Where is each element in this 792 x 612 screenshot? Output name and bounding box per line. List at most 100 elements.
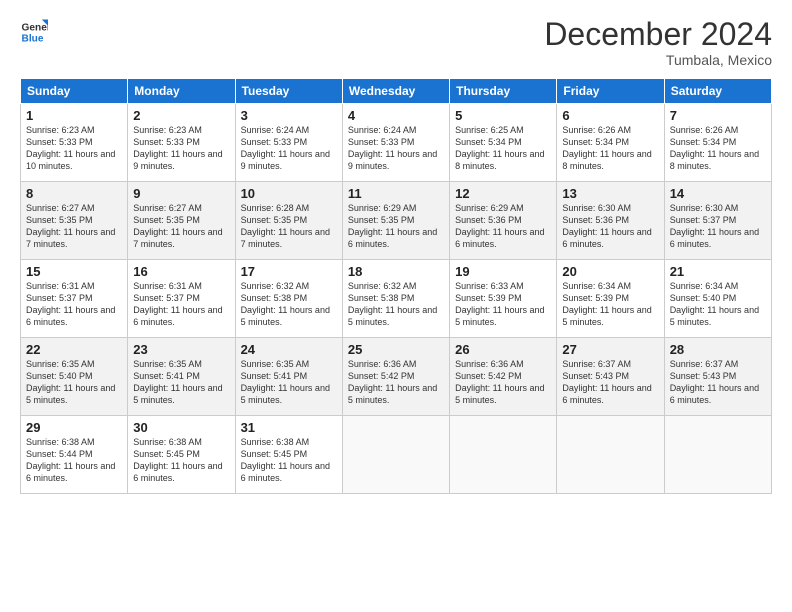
day-number: 9 [133,186,229,201]
day-cell: 29Sunrise: 6:38 AMSunset: 5:44 PMDayligh… [21,416,128,494]
day-info: Sunrise: 6:35 AMSunset: 5:41 PMDaylight:… [133,358,229,407]
logo-icon: General Blue [20,18,48,46]
day-info: Sunrise: 6:38 AMSunset: 5:45 PMDaylight:… [133,436,229,485]
day-info: Sunrise: 6:34 AMSunset: 5:40 PMDaylight:… [670,280,766,329]
day-info: Sunrise: 6:34 AMSunset: 5:39 PMDaylight:… [562,280,658,329]
month-title: December 2024 [544,18,772,50]
day-info: Sunrise: 6:32 AMSunset: 5:38 PMDaylight:… [348,280,444,329]
day-cell: 21Sunrise: 6:34 AMSunset: 5:40 PMDayligh… [664,260,771,338]
day-info: Sunrise: 6:38 AMSunset: 5:44 PMDaylight:… [26,436,122,485]
day-number: 10 [241,186,337,201]
day-cell: 28Sunrise: 6:37 AMSunset: 5:43 PMDayligh… [664,338,771,416]
day-number: 21 [670,264,766,279]
header-row: Sunday Monday Tuesday Wednesday Thursday… [21,79,772,104]
day-number: 23 [133,342,229,357]
day-info: Sunrise: 6:30 AMSunset: 5:37 PMDaylight:… [670,202,766,251]
location: Tumbala, Mexico [544,52,772,68]
day-info: Sunrise: 6:31 AMSunset: 5:37 PMDaylight:… [133,280,229,329]
day-info: Sunrise: 6:23 AMSunset: 5:33 PMDaylight:… [26,124,122,173]
day-cell: 14Sunrise: 6:30 AMSunset: 5:37 PMDayligh… [664,182,771,260]
week-row: 15Sunrise: 6:31 AMSunset: 5:37 PMDayligh… [21,260,772,338]
day-number: 1 [26,108,122,123]
day-cell [342,416,449,494]
day-info: Sunrise: 6:29 AMSunset: 5:35 PMDaylight:… [348,202,444,251]
day-number: 12 [455,186,551,201]
day-info: Sunrise: 6:28 AMSunset: 5:35 PMDaylight:… [241,202,337,251]
day-cell: 30Sunrise: 6:38 AMSunset: 5:45 PMDayligh… [128,416,235,494]
day-cell: 16Sunrise: 6:31 AMSunset: 5:37 PMDayligh… [128,260,235,338]
calendar-table: Sunday Monday Tuesday Wednesday Thursday… [20,78,772,494]
day-info: Sunrise: 6:27 AMSunset: 5:35 PMDaylight:… [26,202,122,251]
day-cell: 31Sunrise: 6:38 AMSunset: 5:45 PMDayligh… [235,416,342,494]
day-number: 17 [241,264,337,279]
day-number: 13 [562,186,658,201]
day-info: Sunrise: 6:36 AMSunset: 5:42 PMDaylight:… [348,358,444,407]
day-cell: 17Sunrise: 6:32 AMSunset: 5:38 PMDayligh… [235,260,342,338]
day-cell: 15Sunrise: 6:31 AMSunset: 5:37 PMDayligh… [21,260,128,338]
day-cell: 1Sunrise: 6:23 AMSunset: 5:33 PMDaylight… [21,104,128,182]
day-cell [557,416,664,494]
day-cell: 12Sunrise: 6:29 AMSunset: 5:36 PMDayligh… [450,182,557,260]
day-number: 31 [241,420,337,435]
col-thursday: Thursday [450,79,557,104]
day-info: Sunrise: 6:35 AMSunset: 5:40 PMDaylight:… [26,358,122,407]
week-row: 1Sunrise: 6:23 AMSunset: 5:33 PMDaylight… [21,104,772,182]
day-cell: 2Sunrise: 6:23 AMSunset: 5:33 PMDaylight… [128,104,235,182]
day-info: Sunrise: 6:37 AMSunset: 5:43 PMDaylight:… [562,358,658,407]
day-info: Sunrise: 6:29 AMSunset: 5:36 PMDaylight:… [455,202,551,251]
day-number: 26 [455,342,551,357]
week-row: 22Sunrise: 6:35 AMSunset: 5:40 PMDayligh… [21,338,772,416]
day-cell [450,416,557,494]
title-block: December 2024 Tumbala, Mexico [544,18,772,68]
day-info: Sunrise: 6:31 AMSunset: 5:37 PMDaylight:… [26,280,122,329]
day-number: 18 [348,264,444,279]
day-cell: 9Sunrise: 6:27 AMSunset: 5:35 PMDaylight… [128,182,235,260]
day-cell: 20Sunrise: 6:34 AMSunset: 5:39 PMDayligh… [557,260,664,338]
day-info: Sunrise: 6:30 AMSunset: 5:36 PMDaylight:… [562,202,658,251]
header: General Blue December 2024 Tumbala, Mexi… [20,18,772,68]
day-number: 29 [26,420,122,435]
day-number: 30 [133,420,229,435]
day-number: 8 [26,186,122,201]
day-info: Sunrise: 6:33 AMSunset: 5:39 PMDaylight:… [455,280,551,329]
day-cell: 11Sunrise: 6:29 AMSunset: 5:35 PMDayligh… [342,182,449,260]
day-number: 19 [455,264,551,279]
day-cell: 18Sunrise: 6:32 AMSunset: 5:38 PMDayligh… [342,260,449,338]
col-sunday: Sunday [21,79,128,104]
day-number: 2 [133,108,229,123]
col-friday: Friday [557,79,664,104]
week-row: 29Sunrise: 6:38 AMSunset: 5:44 PMDayligh… [21,416,772,494]
day-cell: 6Sunrise: 6:26 AMSunset: 5:34 PMDaylight… [557,104,664,182]
day-number: 16 [133,264,229,279]
day-number: 3 [241,108,337,123]
day-cell: 5Sunrise: 6:25 AMSunset: 5:34 PMDaylight… [450,104,557,182]
day-cell: 19Sunrise: 6:33 AMSunset: 5:39 PMDayligh… [450,260,557,338]
day-cell: 26Sunrise: 6:36 AMSunset: 5:42 PMDayligh… [450,338,557,416]
day-cell: 22Sunrise: 6:35 AMSunset: 5:40 PMDayligh… [21,338,128,416]
day-info: Sunrise: 6:25 AMSunset: 5:34 PMDaylight:… [455,124,551,173]
day-info: Sunrise: 6:24 AMSunset: 5:33 PMDaylight:… [241,124,337,173]
day-number: 27 [562,342,658,357]
day-cell: 23Sunrise: 6:35 AMSunset: 5:41 PMDayligh… [128,338,235,416]
day-number: 20 [562,264,658,279]
day-number: 11 [348,186,444,201]
day-number: 5 [455,108,551,123]
day-number: 6 [562,108,658,123]
col-wednesday: Wednesday [342,79,449,104]
day-info: Sunrise: 6:26 AMSunset: 5:34 PMDaylight:… [670,124,766,173]
day-info: Sunrise: 6:32 AMSunset: 5:38 PMDaylight:… [241,280,337,329]
day-cell: 27Sunrise: 6:37 AMSunset: 5:43 PMDayligh… [557,338,664,416]
day-cell: 24Sunrise: 6:35 AMSunset: 5:41 PMDayligh… [235,338,342,416]
day-cell [664,416,771,494]
svg-text:General: General [22,22,48,33]
day-number: 4 [348,108,444,123]
day-info: Sunrise: 6:27 AMSunset: 5:35 PMDaylight:… [133,202,229,251]
day-number: 7 [670,108,766,123]
day-info: Sunrise: 6:23 AMSunset: 5:33 PMDaylight:… [133,124,229,173]
day-info: Sunrise: 6:36 AMSunset: 5:42 PMDaylight:… [455,358,551,407]
day-cell: 10Sunrise: 6:28 AMSunset: 5:35 PMDayligh… [235,182,342,260]
day-info: Sunrise: 6:24 AMSunset: 5:33 PMDaylight:… [348,124,444,173]
day-info: Sunrise: 6:26 AMSunset: 5:34 PMDaylight:… [562,124,658,173]
day-info: Sunrise: 6:38 AMSunset: 5:45 PMDaylight:… [241,436,337,485]
day-cell: 4Sunrise: 6:24 AMSunset: 5:33 PMDaylight… [342,104,449,182]
